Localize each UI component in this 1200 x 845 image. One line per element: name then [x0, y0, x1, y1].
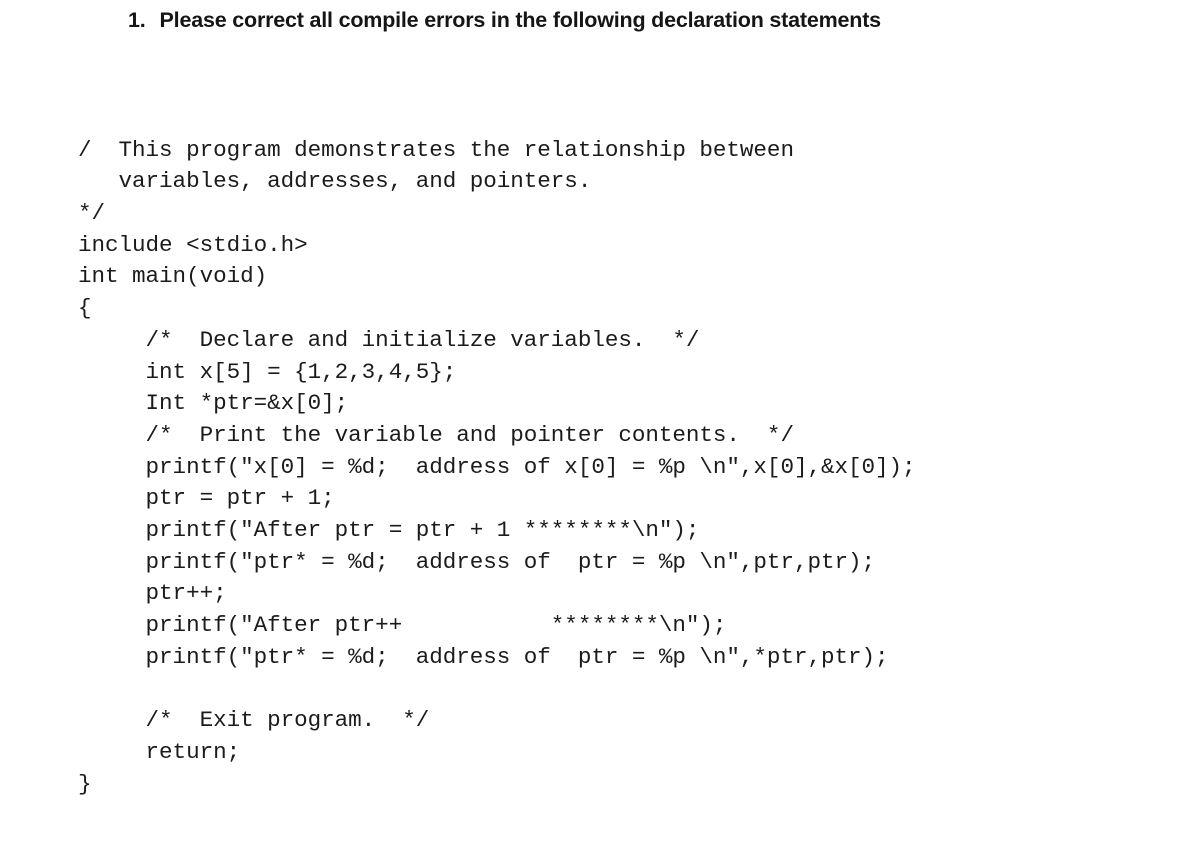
code-line: /* Print the variable and pointer conten… [78, 421, 794, 448]
code-line: printf("After ptr++ ********\n"); [78, 612, 727, 639]
code-line: /* Exit program. */ [78, 707, 430, 734]
code-line: include <stdio.h> [78, 231, 308, 258]
code-line: Int *ptr=&x[0]; [78, 390, 349, 417]
code-line: ptr = ptr + 1; [78, 485, 335, 512]
code-line: /* Declare and initialize variables. */ [78, 326, 700, 353]
code-line: / This program demonstrates the relation… [78, 136, 794, 163]
code-line: printf("ptr* = %d; address of ptr = %p \… [78, 643, 889, 670]
code-line: { [78, 295, 92, 322]
code-line: int main(void) [78, 263, 268, 290]
code-line: int x[5] = {1,2,3,4,5}; [78, 358, 457, 385]
question-heading: 1. Please correct all compile errors in … [128, 8, 881, 33]
code-line: printf("ptr* = %d; address of ptr = %p \… [78, 548, 876, 575]
question-text: Please correct all compile errors in the… [159, 8, 882, 32]
code-line: printf("x[0] = %d; address of x[0] = %p … [78, 453, 916, 480]
code-line: ptr++; [78, 580, 227, 607]
code-listing: / This program demonstrates the relation… [78, 135, 916, 801]
code-line: return; [78, 738, 241, 765]
document-page: 1. Please correct all compile errors in … [0, 0, 1200, 845]
code-line: */ [78, 200, 106, 226]
code-line: } [78, 770, 92, 797]
code-line: printf("After ptr = ptr + 1 ********\n")… [78, 517, 700, 544]
code-line: variables, addresses, and pointers. [78, 168, 592, 195]
question-number: 1. [128, 8, 146, 32]
